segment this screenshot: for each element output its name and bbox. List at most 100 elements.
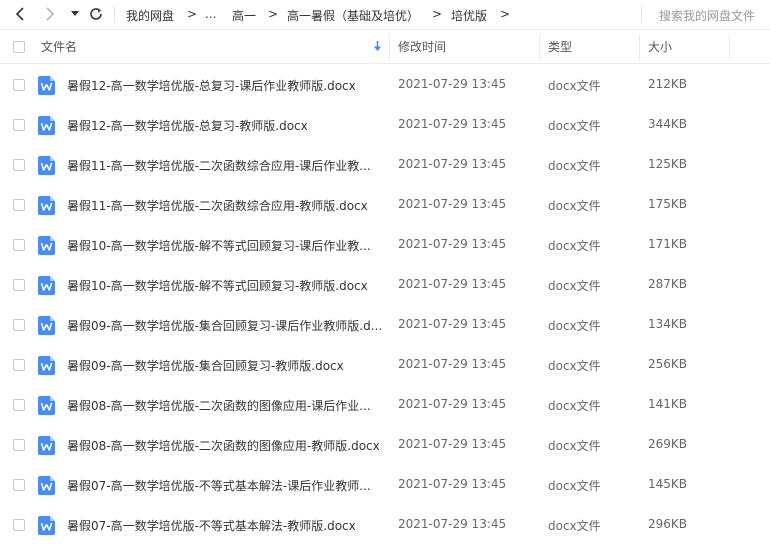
file-size: 256KB (648, 357, 688, 371)
dropdown-triangle-icon[interactable] (65, 4, 85, 24)
file-size: 344KB (648, 117, 688, 131)
file-size: 145KB (648, 477, 688, 491)
row-checkbox[interactable] (13, 199, 25, 211)
docx-file-icon (38, 356, 55, 375)
refresh-icon[interactable] (86, 4, 106, 24)
column-header: 文件名 修改时间 类型 大小 (0, 31, 770, 64)
breadcrumb-root[interactable]: 我的网盘 (126, 7, 174, 24)
breadcrumb-separator: > (432, 7, 443, 21)
file-row[interactable]: 暑假08-高一数学培优版-二次函数的图像应用-课后作业... 2021-07-29… (0, 385, 770, 425)
file-row[interactable]: 暑假09-高一数学培优版-集合回顾复习-教师版.docx 2021-07-29 1… (0, 345, 770, 385)
file-modified-time: 2021-07-29 13:45 (398, 357, 507, 371)
row-checkbox[interactable] (13, 239, 25, 251)
docx-file-icon (38, 236, 55, 255)
docx-file-icon (38, 396, 55, 415)
row-checkbox[interactable] (13, 479, 25, 491)
row-checkbox[interactable] (13, 79, 25, 91)
back-arrow-icon[interactable] (10, 4, 30, 24)
file-name[interactable]: 暑假12-高一数学培优版-总复习-课后作业教师版.docx (67, 77, 356, 94)
docx-file-icon (38, 276, 55, 295)
file-name[interactable]: 暑假08-高一数学培优版-二次函数的图像应用-教师版.docx (67, 437, 380, 454)
file-modified-time: 2021-07-29 13:45 (398, 317, 507, 331)
sort-down-arrow-icon[interactable] (373, 41, 382, 55)
file-name[interactable]: 暑假10-高一数学培优版-解不等式回顾复习-课后作业教... (67, 237, 371, 254)
file-type: docx文件 (548, 239, 601, 253)
docx-file-icon (38, 116, 55, 135)
file-row[interactable]: 暑假07-高一数学培优版-不等式基本解法-课后作业教师... 2021-07-29… (0, 465, 770, 505)
file-type: docx文件 (548, 279, 601, 293)
file-row[interactable]: 暑假10-高一数学培优版-解不等式回顾复习-教师版.docx 2021-07-29… (0, 265, 770, 305)
file-row[interactable]: 暑假11-高一数学培优版-二次函数综合应用-教师版.docx 2021-07-29… (0, 185, 770, 225)
file-modified-time: 2021-07-29 13:45 (398, 237, 507, 251)
row-checkbox[interactable] (13, 119, 25, 131)
docx-file-icon (38, 156, 55, 175)
file-name[interactable]: 暑假11-高一数学培优版-二次函数综合应用-教师版.docx (67, 197, 368, 214)
row-checkbox[interactable] (13, 319, 25, 331)
docx-file-icon (38, 436, 55, 455)
file-modified-time: 2021-07-29 13:45 (398, 117, 507, 131)
file-size: 125KB (648, 157, 688, 171)
file-row[interactable]: 暑假10-高一数学培优版-解不等式回顾复习-课后作业教... 2021-07-29… (0, 225, 770, 265)
file-modified-time: 2021-07-29 13:45 (398, 517, 507, 531)
docx-file-icon (38, 476, 55, 495)
forward-arrow-icon[interactable] (40, 4, 60, 24)
breadcrumb-current[interactable]: 培优版 (451, 7, 487, 24)
docx-file-icon (38, 196, 55, 215)
column-name[interactable]: 文件名 (41, 31, 77, 63)
file-type: docx文件 (548, 359, 601, 373)
column-modified[interactable]: 修改时间 (398, 31, 446, 63)
breadcrumb-ellipsis[interactable]: ... (205, 7, 216, 21)
breadcrumb-separator: > (500, 7, 511, 21)
breadcrumb-separator: > (187, 7, 198, 21)
file-size: 296KB (648, 517, 688, 531)
breadcrumb-summer[interactable]: 高一暑假（基础及培优） (287, 7, 419, 24)
column-divider[interactable] (729, 35, 730, 60)
search-input[interactable]: 搜索我的网盘文件 (659, 7, 755, 24)
column-divider[interactable] (639, 35, 640, 60)
file-name[interactable]: 暑假12-高一数学培优版-总复习-教师版.docx (67, 117, 308, 134)
row-checkbox[interactable] (13, 519, 25, 531)
column-type[interactable]: 类型 (548, 31, 572, 63)
row-checkbox[interactable] (13, 399, 25, 411)
file-row[interactable]: 暑假09-高一数学培优版-集合回顾复习-课后作业教师版.d... 2021-07-… (0, 305, 770, 345)
file-size: 269KB (648, 437, 688, 451)
file-row[interactable]: 暑假12-高一数学培优版-总复习-教师版.docx 2021-07-29 13:4… (0, 105, 770, 145)
file-name[interactable]: 暑假08-高一数学培优版-二次函数的图像应用-课后作业... (67, 397, 371, 414)
column-divider[interactable] (389, 35, 390, 60)
file-size: 134KB (648, 317, 688, 331)
file-type: docx文件 (548, 319, 601, 333)
column-size[interactable]: 大小 (648, 31, 672, 63)
file-name[interactable]: 暑假07-高一数学培优版-不等式基本解法-教师版.docx (67, 517, 356, 534)
file-row[interactable]: 暑假08-高一数学培优版-二次函数的图像应用-教师版.docx 2021-07-2… (0, 425, 770, 465)
file-type: docx文件 (548, 159, 601, 173)
file-size: 171KB (648, 237, 688, 251)
file-type: docx文件 (548, 519, 601, 533)
file-name[interactable]: 暑假09-高一数学培优版-集合回顾复习-教师版.docx (67, 357, 344, 374)
row-checkbox[interactable] (13, 439, 25, 451)
file-name[interactable]: 暑假09-高一数学培优版-集合回顾复习-课后作业教师版.d... (67, 317, 382, 334)
file-size: 287KB (648, 277, 688, 291)
column-divider[interactable] (539, 35, 540, 60)
file-type: docx文件 (548, 399, 601, 413)
docx-file-icon (38, 316, 55, 335)
file-name[interactable]: 暑假10-高一数学培优版-解不等式回顾复习-教师版.docx (67, 277, 368, 294)
file-modified-time: 2021-07-29 13:45 (398, 477, 507, 491)
file-size: 212KB (648, 77, 688, 91)
search-divider (641, 6, 642, 23)
file-modified-time: 2021-07-29 13:45 (398, 437, 507, 451)
file-name[interactable]: 暑假11-高一数学培优版-二次函数综合应用-课后作业教... (67, 157, 371, 174)
file-row[interactable]: 暑假07-高一数学培优版-不等式基本解法-教师版.docx 2021-07-29 … (0, 505, 770, 545)
row-checkbox[interactable] (13, 279, 25, 291)
file-type: docx文件 (548, 79, 601, 93)
file-name[interactable]: 暑假07-高一数学培优版-不等式基本解法-课后作业教师... (67, 477, 371, 494)
toolbar-divider (114, 6, 115, 23)
file-modified-time: 2021-07-29 13:45 (398, 197, 507, 211)
row-checkbox[interactable] (13, 359, 25, 371)
breadcrumb-grade[interactable]: 高一 (232, 7, 256, 24)
file-modified-time: 2021-07-29 13:45 (398, 397, 507, 411)
file-row[interactable]: 暑假12-高一数学培优版-总复习-课后作业教师版.docx 2021-07-29 … (0, 65, 770, 105)
select-all-checkbox[interactable] (13, 41, 25, 53)
row-checkbox[interactable] (13, 159, 25, 171)
file-row[interactable]: 暑假11-高一数学培优版-二次函数综合应用-课后作业教... 2021-07-29… (0, 145, 770, 185)
docx-file-icon (38, 516, 55, 535)
